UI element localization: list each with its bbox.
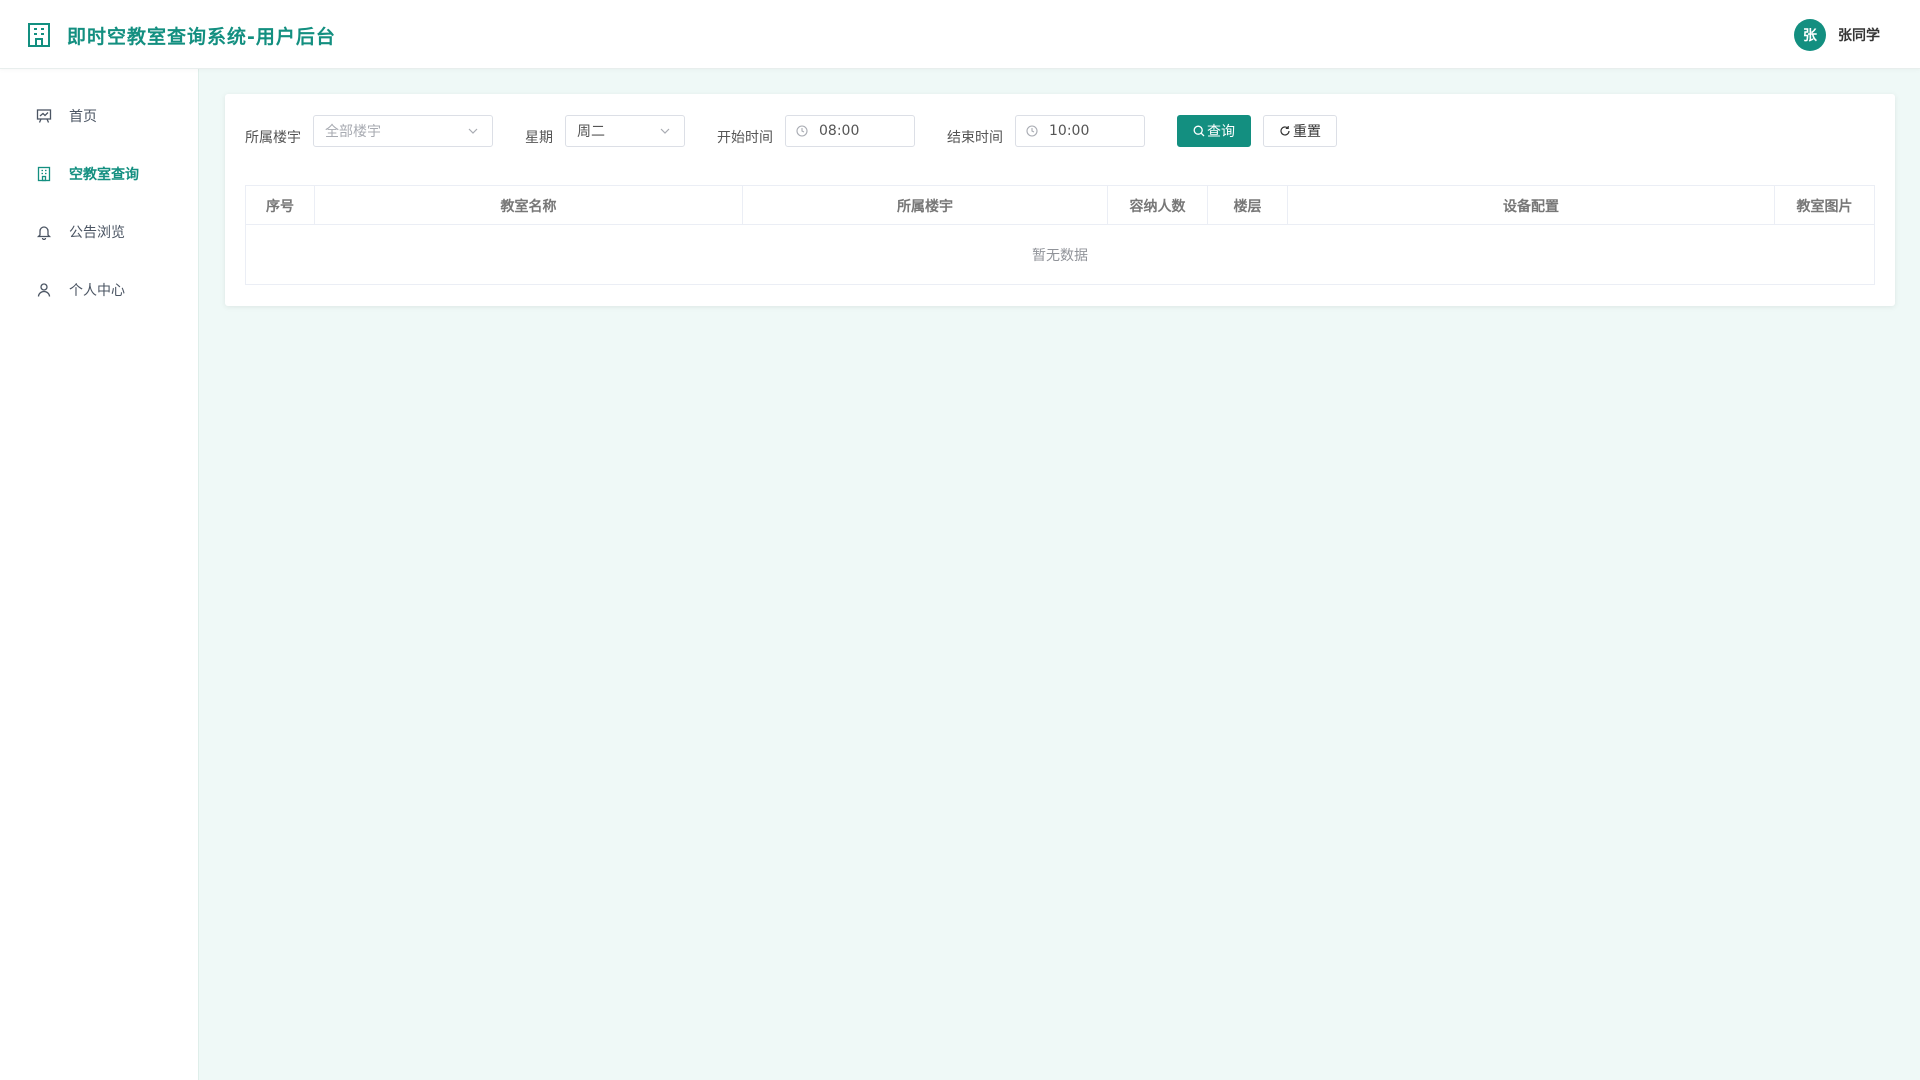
column-header-capacity: 容纳人数 — [1108, 186, 1208, 225]
brand: 即时空教室查询系统-用户后台 — [27, 20, 336, 50]
sidebar-item-label: 个人中心 — [69, 283, 125, 299]
start-time-value: 08:00 — [819, 123, 860, 139]
end-time-value: 10:00 — [1049, 123, 1090, 139]
empty-state: 暂无数据 — [1032, 248, 1088, 264]
sidebar-item-announcements[interactable]: 公告浏览 — [0, 212, 198, 252]
classroom-table: 序号 教室名称 所属楼宇 容纳人数 楼层 设备配置 教室图片 暂无数据 — [245, 185, 1875, 285]
user-name[interactable]: 张同学 — [1838, 25, 1880, 45]
avatar[interactable]: 张 — [1794, 19, 1826, 51]
clock-icon — [1026, 124, 1040, 138]
end-time-picker[interactable]: 10:00 — [1015, 115, 1145, 147]
sidebar-item-label: 首页 — [69, 109, 97, 125]
sidebar-item-profile[interactable]: 个人中心 — [0, 270, 198, 310]
building-icon — [27, 22, 51, 48]
chevron-down-icon — [659, 124, 673, 138]
column-header-photo: 教室图片 — [1796, 198, 1853, 215]
sidebar-item-label: 空教室查询 — [69, 167, 139, 183]
reset-button[interactable]: 重置 — [1263, 115, 1337, 147]
sidebar-item-home[interactable]: 首页 — [0, 96, 198, 136]
clock-icon — [796, 124, 810, 138]
sidebar-item-label: 公告浏览 — [69, 225, 125, 241]
bell-icon — [35, 223, 53, 241]
user-icon — [35, 281, 53, 299]
weekday-select[interactable]: 周二 — [565, 115, 685, 147]
sidebar: 首页 空教室查询 公告浏览 个人中心 — [0, 69, 199, 1080]
chevron-down-icon — [467, 124, 481, 138]
query-button-label: 查询 — [1207, 124, 1235, 140]
column-header-floor: 楼层 — [1208, 186, 1288, 225]
presentation-board-icon — [35, 107, 53, 125]
building-icon — [35, 165, 53, 183]
column-header-building: 所属楼宇 — [743, 186, 1108, 225]
search-icon — [1193, 125, 1205, 137]
query-button[interactable]: 查询 — [1177, 115, 1251, 147]
top-header: 即时空教室查询系统-用户后台 张 张同学 — [0, 0, 1920, 69]
user-menu[interactable]: 张 张同学 — [1794, 19, 1880, 51]
start-time-label: 开始时间 — [717, 130, 773, 146]
column-header-room-name: 教室名称 — [315, 186, 743, 225]
building-select[interactable]: 全部楼宇 — [313, 115, 493, 147]
weekday-label: 星期 — [525, 130, 553, 146]
table-header: 序号 教室名称 所属楼宇 容纳人数 楼层 设备配置 教室图片 — [246, 186, 1874, 225]
column-header-equipment: 设备配置 — [1288, 186, 1775, 225]
end-time-label: 结束时间 — [947, 130, 1003, 146]
column-header-index: 序号 — [246, 186, 315, 225]
sidebar-item-classroom-search[interactable]: 空教室查询 — [0, 154, 198, 194]
start-time-picker[interactable]: 08:00 — [785, 115, 915, 147]
building-select-value: 全部楼宇 — [325, 124, 381, 140]
building-label: 所属楼宇 — [245, 130, 301, 146]
reset-button-label: 重置 — [1293, 124, 1321, 140]
weekday-select-value: 周二 — [577, 124, 605, 140]
search-card: 所属楼宇 全部楼宇 星期 周二 开始时间 08:00 结束时间 10:00 查询 — [225, 94, 1895, 306]
refresh-icon — [1279, 125, 1291, 137]
app-title: 即时空教室查询系统-用户后台 — [67, 25, 336, 48]
